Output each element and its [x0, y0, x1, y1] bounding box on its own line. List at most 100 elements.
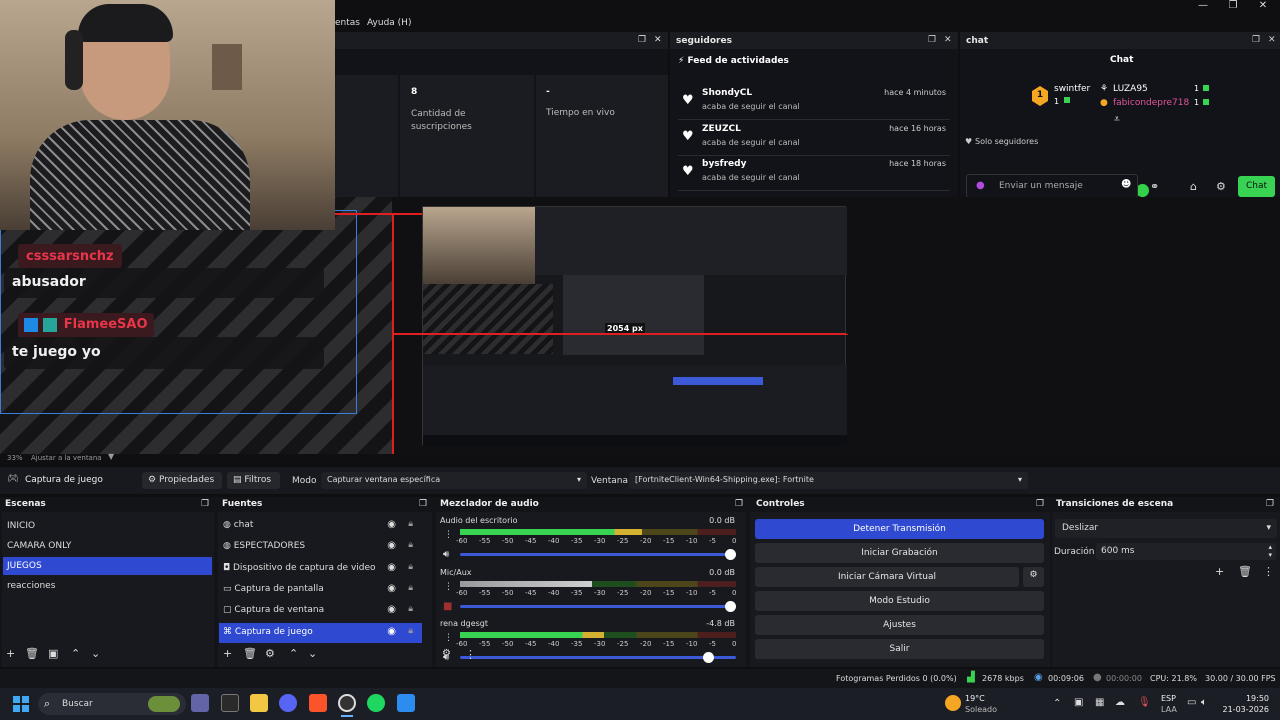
filters-button[interactable]: ▤ Filtros — [227, 472, 280, 489]
lock-icon[interactable]: 🔒︎ — [408, 519, 413, 529]
discord-icon[interactable] — [279, 694, 297, 712]
zoom-dropdown-icon[interactable]: ▼ — [108, 452, 114, 461]
menu-item-herramientas[interactable]: entas — [335, 18, 360, 28]
game-capture-preview[interactable]: 2054 px — [393, 206, 848, 446]
float-dock-icon[interactable]: ❐ — [201, 499, 209, 509]
clock-date[interactable]: 21-03-2026 — [1222, 705, 1270, 714]
float-dock-icon[interactable]: ❐ — [1036, 499, 1044, 509]
taskbar-search[interactable]: ⌕ Buscar — [38, 693, 186, 715]
move-down-icon[interactable]: ⌄ — [91, 647, 100, 660]
add-source-icon[interactable]: + — [223, 647, 232, 660]
feed-item[interactable]: ♥ ShondyCL acaba de seguir el canal hace… — [678, 86, 950, 120]
channel-menu-icon[interactable]: ⋮ — [444, 633, 453, 643]
chat-input[interactable]: ● Enviar un mensaje ☻ — [966, 174, 1138, 198]
transition-menu-icon[interactable]: ⋮ — [1263, 565, 1274, 578]
scene-item[interactable]: reacciones — [3, 577, 212, 595]
float-dock-icon[interactable]: ❐ — [735, 499, 743, 509]
lock-icon[interactable]: 🔒︎ — [408, 540, 413, 550]
transition-select[interactable]: Deslizar ▾ — [1055, 519, 1277, 538]
duration-input[interactable]: 600 ms ▴ ▾ — [1096, 543, 1276, 560]
weather-icon[interactable] — [945, 695, 961, 711]
mixer-settings-icon[interactable]: ⚙ — [442, 648, 451, 659]
app-icon[interactable] — [397, 694, 415, 712]
mixer-menu-icon[interactable]: ⋮ — [465, 648, 476, 661]
file-explorer-icon[interactable] — [250, 694, 268, 712]
minimize-button[interactable]: — — [1188, 0, 1218, 14]
volume-slider-knob[interactable] — [702, 652, 714, 663]
eye-icon[interactable]: ◉ — [387, 626, 396, 637]
source-item[interactable]: ▢ Captura de ventana ◉ 🔒︎ — [219, 601, 422, 621]
float-dock-icon[interactable]: ❐ — [419, 499, 427, 509]
move-up-icon[interactable]: ⌃ — [71, 647, 80, 660]
scene-item[interactable]: CAMARA ONLY — [3, 537, 212, 555]
scene-item[interactable]: INICIO — [3, 517, 212, 535]
eye-icon[interactable]: ◉ — [387, 604, 396, 615]
leader-name[interactable]: swintfer — [1054, 84, 1090, 94]
float-dock-icon[interactable]: ❐ — [1252, 35, 1260, 45]
spinner-icon[interactable]: ▴ ▾ — [1268, 543, 1272, 559]
close-dock-icon[interactable]: ✕ — [1268, 35, 1276, 45]
eye-icon[interactable]: ◉ — [387, 562, 396, 573]
tray-chevron-icon[interactable]: ⌃ — [1053, 698, 1061, 709]
lock-icon[interactable]: 🔒︎ — [408, 562, 413, 572]
feed-item[interactable]: ♥ bysfredy acaba de seguir el canal hace… — [678, 157, 950, 191]
windows-start-icon[interactable] — [13, 696, 29, 712]
emoji-picker-icon[interactable]: ☻ — [1121, 179, 1131, 190]
lock-icon[interactable]: 🔒︎ — [408, 626, 413, 636]
mode-select[interactable]: Capturar ventana específica ▾ — [321, 472, 587, 489]
leader-name[interactable]: LUZA95 — [1113, 84, 1148, 94]
lock-icon[interactable]: 🔒︎ — [408, 604, 413, 614]
volume-slider-knob[interactable] — [725, 549, 736, 560]
remove-scene-icon[interactable]: 🗑︎ — [25, 647, 39, 660]
virtual-camera-settings-button[interactable]: ⚙ — [1023, 567, 1044, 587]
properties-button[interactable]: ⚙ Propiedades — [142, 472, 222, 489]
start-recording-button[interactable]: Iniciar Grabación — [755, 543, 1044, 563]
spotify-icon[interactable] — [367, 694, 385, 712]
connections-icon[interactable]: ⚭ — [1150, 180, 1159, 193]
source-item[interactable]: ◘ Dispositivo de captura de video ◉ 🔒︎ — [219, 559, 422, 579]
remove-source-icon[interactable]: 🗑︎ — [243, 647, 257, 660]
tray-display-icon[interactable]: ▭ — [1187, 697, 1196, 708]
chat-send-button[interactable]: Chat — [1238, 176, 1275, 197]
maximize-button[interactable]: ❐ — [1218, 0, 1248, 14]
close-dock-icon[interactable]: ✕ — [654, 35, 662, 45]
terminal-icon[interactable] — [221, 694, 239, 712]
float-dock-icon[interactable]: ❐ — [928, 35, 936, 45]
close-dock-icon[interactable]: ✕ — [944, 35, 952, 45]
exit-button[interactable]: Salir — [755, 639, 1044, 659]
feed-item[interactable]: ♥ ZEUZCL acaba de seguir el canal hace 1… — [678, 122, 950, 156]
source-item[interactable]: ◍ chat ◉ 🔒︎ — [219, 516, 422, 536]
window-select[interactable]: [FortniteClient-Win64-Shipping.exe]: For… — [629, 472, 1028, 489]
speaker-muted-icon[interactable]: ■ — [443, 601, 452, 612]
move-down-icon[interactable]: ⌄ — [308, 647, 317, 660]
source-item[interactable]: ◍ ESPECTADORES ◉ 🔒︎ — [219, 537, 422, 557]
input-lang[interactable]: ESP — [1161, 694, 1176, 703]
close-window-button[interactable]: ✕ — [1248, 0, 1278, 14]
store-icon[interactable]: ⌂ — [1190, 180, 1197, 193]
tray-app-icon[interactable]: ▣ — [1074, 697, 1083, 708]
input-lang-sub[interactable]: LAA — [1161, 705, 1177, 714]
source-properties-icon[interactable]: ⚙ — [265, 647, 275, 660]
channel-menu-icon[interactable]: ⋮ — [444, 582, 453, 592]
zoom-fit-label[interactable]: Ajustar a la ventana — [31, 454, 102, 462]
stop-streaming-button[interactable]: Detener Transmisión — [755, 519, 1044, 539]
teams-icon[interactable] — [191, 694, 209, 712]
eye-icon[interactable]: ◉ — [387, 583, 396, 594]
remove-transition-icon[interactable]: 🗑︎ — [1238, 565, 1252, 578]
collapse-chevron-icon[interactable]: ⩡ — [1114, 114, 1120, 125]
tray-network-icon[interactable]: ☁ — [1115, 697, 1125, 708]
source-item[interactable]: ▭ Captura de pantalla ◉ 🔒︎ — [219, 580, 422, 600]
speaker-icon[interactable]: 🔊︎ — [443, 549, 449, 560]
channel-menu-icon[interactable]: ⋮ — [444, 530, 453, 540]
settings-button[interactable]: Ajustes — [755, 615, 1044, 635]
source-item-selected[interactable]: ⌘ Captura de juego ◉ 🔒︎ — [219, 623, 422, 643]
clock-time[interactable]: 19:50 — [1229, 694, 1269, 703]
studio-mode-button[interactable]: Modo Estudio — [755, 591, 1044, 611]
microphone-icon[interactable]: ● — [976, 180, 985, 191]
eye-icon[interactable]: ◉ — [387, 540, 396, 551]
tray-app-icon[interactable]: ▦ — [1095, 697, 1104, 708]
tray-volume-icon[interactable]: 🔈︎ — [1201, 697, 1207, 708]
float-dock-icon[interactable]: ❐ — [1266, 499, 1274, 509]
add-scene-icon[interactable]: + — [6, 647, 15, 660]
obs-icon[interactable] — [338, 694, 356, 712]
